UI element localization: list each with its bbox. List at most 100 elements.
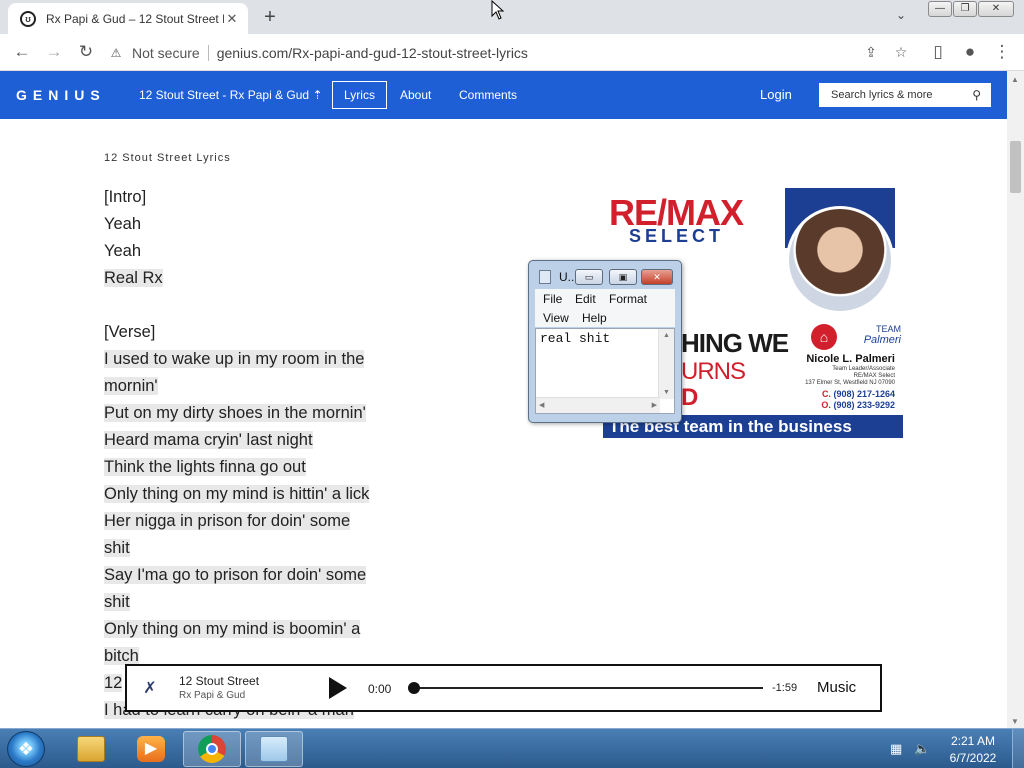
remaining-time: -1:59 — [772, 682, 798, 694]
taskbar-chrome[interactable] — [183, 731, 241, 767]
ad-headline-2: URNS — [681, 358, 746, 385]
lyric-line[interactable]: mornin' — [104, 373, 404, 400]
lyrics-body: [Intro] Yeah Yeah Real Rx [Verse] I used… — [104, 184, 404, 724]
current-time: 0:00 — [368, 682, 392, 696]
notepad-minimize-button[interactable]: ▭ — [575, 269, 603, 285]
window-minimize-button[interactable]: — — [928, 1, 952, 17]
notepad-text-area[interactable]: real shit ▲ ▼ ◀ ▶ — [535, 328, 675, 414]
search-input[interactable]: Search lyrics & more ⚲ — [819, 83, 991, 107]
notepad-scroll-left-icon[interactable]: ◀ — [539, 401, 544, 409]
menu-view[interactable]: View — [543, 311, 569, 325]
notepad-scroll-down-icon[interactable]: ▼ — [663, 389, 670, 396]
genius-header: GENIUS 12 Stout Street - Rx Papi & Gud ⇡… — [0, 71, 1007, 119]
address-bar[interactable]: ⚠ Not secure genius.com/Rx-papi-and-gud-… — [108, 39, 916, 66]
nav-lyrics[interactable]: Lyrics — [332, 81, 387, 109]
notepad-title: U.. — [559, 270, 575, 284]
tab-close-icon[interactable]: ✕ — [224, 11, 240, 27]
notepad-content[interactable]: real shit — [540, 331, 610, 346]
menu-edit[interactable]: Edit — [575, 292, 596, 306]
show-desktop-button[interactable] — [1012, 729, 1024, 768]
progress-track[interactable] — [411, 687, 763, 689]
scroll-down-icon[interactable]: ▼ — [1011, 717, 1019, 726]
mouse-cursor-icon — [491, 0, 505, 20]
side-panel-icon[interactable]: ▯ — [926, 41, 950, 63]
notepad-taskbar-icon — [260, 736, 288, 762]
lyric-line[interactable]: Real Rx — [104, 265, 404, 292]
apple-music-logo[interactable]: Music — [817, 679, 856, 696]
network-icon[interactable]: ▦ — [890, 741, 902, 757]
lyric-line[interactable]: shit — [104, 589, 404, 616]
ad-subbrand: SELECT — [629, 226, 725, 246]
tab-search-icon[interactable]: ⌄ — [896, 8, 906, 22]
clock-time[interactable]: 2:21 AM — [946, 734, 1000, 748]
ad-headline-3: D — [681, 384, 699, 411]
nav-comments[interactable]: Comments — [459, 88, 517, 102]
lyric-line[interactable]: Her nigga in prison for doin' some — [104, 508, 404, 535]
browser-tab[interactable]: ʊ Rx Papi & Gud – 12 Stout Street L ✕ — [8, 3, 248, 34]
taskbar-notepad[interactable] — [245, 731, 303, 767]
notepad-close-button[interactable]: ✕ — [641, 269, 673, 285]
forward-icon[interactable]: → — [42, 41, 66, 63]
taskbar: ❖ ▶ ▦ 🔈 2:21 AM 6/7/2022 — [0, 728, 1024, 768]
team-label: TEAM — [875, 324, 901, 334]
volume-icon[interactable]: 🔈 — [914, 741, 930, 757]
browser-toolbar: ← → ↻ ⚠ Not secure genius.com/Rx-papi-an… — [0, 34, 1024, 71]
scroll-up-icon[interactable]: ▲ — [1011, 75, 1019, 84]
window-close-button[interactable]: ✕ — [978, 1, 1014, 17]
share-icon[interactable]: ⇪ — [856, 44, 886, 61]
apple-music-player: ✗ 12 Stout Street Rx Papi & Gud 0:00 -1:… — [125, 664, 882, 712]
notepad-hscrollbar[interactable]: ◀ ▶ — [536, 397, 660, 413]
genius-logo[interactable]: GENIUS — [16, 87, 106, 103]
agent-photo — [786, 206, 894, 314]
new-tab-icon[interactable]: + — [258, 6, 282, 29]
warning-icon[interactable]: ⚠ — [108, 46, 124, 60]
back-icon[interactable]: ← — [10, 41, 34, 63]
notepad-titlebar[interactable]: U.. ▭ ▣ ✕ — [529, 261, 681, 289]
menu-help[interactable]: Help — [582, 311, 607, 325]
lyric-line: [Intro] — [104, 188, 147, 206]
notepad-maximize-button[interactable]: ▣ — [609, 269, 637, 285]
profile-avatar-icon[interactable]: ● — [958, 41, 982, 63]
scroll-thumb[interactable] — [1010, 141, 1021, 193]
security-label[interactable]: Not secure — [132, 45, 200, 61]
notepad-window[interactable]: U.. ▭ ▣ ✕ File Edit Format View Help rea… — [528, 260, 682, 423]
agent-name: Nicole L. Palmeri — [806, 353, 895, 365]
chrome-icon — [198, 735, 226, 763]
chrome-menu-icon[interactable]: ⋮ — [990, 41, 1014, 63]
tab-title: Rx Papi & Gud – 12 Stout Street L — [46, 11, 224, 26]
nav-about[interactable]: About — [400, 88, 431, 102]
menu-format[interactable]: Format — [609, 292, 647, 306]
progress-knob[interactable] — [408, 682, 420, 694]
window-maximize-button[interactable]: ❐ — [953, 1, 977, 17]
lyric-line[interactable]: Think the lights finna go out — [104, 454, 404, 481]
bookmark-star-icon[interactable]: ☆ — [886, 44, 916, 61]
notepad-menubar: File Edit Format View Help — [535, 289, 675, 327]
notepad-scroll-up-icon[interactable]: ▲ — [663, 332, 670, 339]
lyric-line[interactable]: Only thing on my mind is boomin' a — [104, 616, 404, 643]
album-art-icon: ✗ — [143, 680, 157, 697]
header-song-link[interactable]: 12 Stout Street - Rx Papi & Gud ⇡ — [139, 88, 323, 102]
search-icon[interactable]: ⚲ — [972, 83, 981, 107]
lyric-line[interactable]: shit — [104, 535, 404, 562]
menu-file[interactable]: File — [543, 292, 562, 306]
notepad-vscrollbar[interactable]: ▲ ▼ — [658, 329, 674, 399]
lyric-line: Yeah — [104, 215, 142, 233]
login-link[interactable]: Login — [760, 87, 792, 102]
notepad-scroll-right-icon[interactable]: ▶ — [652, 401, 657, 409]
lyric-line[interactable]: I used to wake up in my room in the — [104, 346, 404, 373]
lyric-line[interactable]: Say I'ma go to prison for doin' some — [104, 562, 404, 589]
lyric-line[interactable]: Put on my dirty shoes in the mornin' — [104, 400, 404, 427]
play-icon[interactable] — [329, 677, 347, 699]
player-artist: Rx Papi & Gud — [179, 690, 246, 701]
page-scrollbar[interactable]: ▲ ▼ — [1007, 71, 1024, 728]
clock-date[interactable]: 6/7/2022 — [946, 751, 1000, 765]
up-arrow-icon: ⇡ — [312, 88, 323, 102]
lyric-line[interactable]: Only thing on my mind is hittin' a lick — [104, 481, 404, 508]
taskbar-explorer[interactable] — [62, 731, 120, 767]
reload-icon[interactable]: ↻ — [74, 41, 98, 63]
lyric-line[interactable]: Heard mama cryin' last night — [104, 427, 404, 454]
start-button[interactable]: ❖ — [7, 731, 45, 767]
search-placeholder: Search lyrics & more — [831, 89, 933, 101]
taskbar-media-player[interactable]: ▶ — [122, 731, 180, 767]
url-text[interactable]: genius.com/Rx-papi-and-gud-12-stout-stre… — [217, 45, 856, 61]
